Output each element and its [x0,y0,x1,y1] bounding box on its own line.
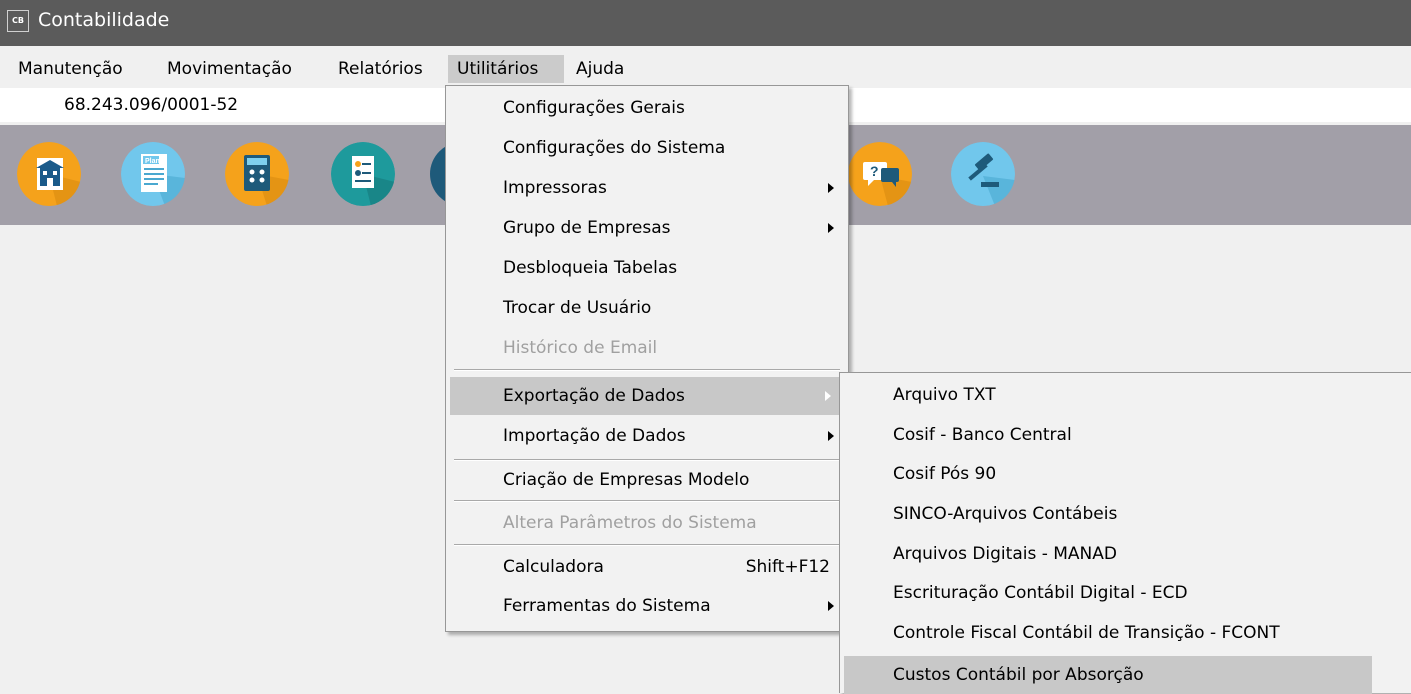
svg-text:?: ? [870,163,879,179]
menu-item-label: Configurações Gerais [503,98,685,118]
submenu-arrow-icon [828,183,834,193]
submenu-item-custos-absorcao[interactable]: Custos Contábil por Absorção [844,656,1372,694]
submenu-item-cosif-banco-central[interactable]: Cosif - Banco Central [840,416,1410,454]
menu-item-label: Arquivos Digitais - MANAD [893,544,1117,564]
plan-of-accounts-icon[interactable]: Plano [121,142,185,206]
menu-item-grupo-empresas[interactable]: Grupo de Empresas [446,209,848,247]
submenu-arrow-icon [828,223,834,233]
menu-relatorios[interactable]: Relatórios [329,55,432,83]
menu-item-calculadora[interactable]: Calculadora Shift+F12 [446,548,848,586]
shortcut-label: Shift+F12 [745,557,830,577]
submenu-item-manad[interactable]: Arquivos Digitais - MANAD [840,535,1410,573]
menu-item-label: Escrituração Contábil Digital - ECD [893,583,1188,603]
menu-item-label: Grupo de Empresas [503,218,671,238]
export-submenu: Arquivo TXT Cosif - Banco Central Cosif … [839,372,1411,694]
company-icon[interactable] [17,142,81,206]
menu-item-altera-parametros: Altera Parâmetros do Sistema [446,504,848,542]
menu-item-impressoras[interactable]: Impressoras [446,169,848,207]
menu-item-ferramentas-sistema[interactable]: Ferramentas do Sistema [446,587,848,625]
menu-manutencao[interactable]: Manutenção [9,55,132,83]
menu-item-label: Configurações do Sistema [503,138,726,158]
menu-item-label: Trocar de Usuário [503,298,652,318]
menu-item-label: Controle Fiscal Contábil de Transição - … [893,623,1280,643]
menu-item-label: Importação de Dados [503,426,686,446]
menu-utilitarios[interactable]: Utilitários [448,55,564,83]
menu-item-label: Histórico de Email [503,338,658,358]
submenu-item-cosif-pos-90[interactable]: Cosif Pós 90 [840,455,1410,493]
menu-item-label: Cosif Pós 90 [893,464,997,484]
menu-item-importacao-dados[interactable]: Importação de Dados [446,417,848,455]
submenu-item-ecd[interactable]: Escrituração Contábil Digital - ECD [840,574,1410,612]
submenu-item-arquivo-txt[interactable]: Arquivo TXT [840,376,1410,414]
menu-separator [454,500,840,502]
submenu-arrow-icon [825,391,831,401]
menu-item-configuracoes-sistema[interactable]: Configurações do Sistema [446,129,848,167]
menu-item-label: Custos Contábil por Absorção [893,665,1144,685]
menu-item-label: Exportação de Dados [503,386,685,406]
submenu-arrow-icon [828,431,834,441]
menu-separator [454,369,840,371]
menu-item-configuracoes-gerais[interactable]: Configurações Gerais [446,89,848,127]
menu-item-label: Calculadora [503,557,604,577]
company-cnpj: 68.243.096/0001-52 [64,95,239,115]
submenu-item-sinco[interactable]: SINCO-Arquivos Contábeis [840,495,1410,533]
menu-item-exportacao-dados[interactable]: Exportação de Dados [450,377,845,415]
menu-item-trocar-usuario[interactable]: Trocar de Usuário [446,289,848,327]
menu-item-label: Cosif - Banco Central [893,425,1072,445]
menu-item-criacao-empresas-modelo[interactable]: Criação de Empresas Modelo [446,461,848,499]
help-chat-icon[interactable]: ? [848,142,912,206]
menu-item-desbloqueia-tabelas[interactable]: Desbloqueia Tabelas [446,249,848,287]
menu-item-label: Criação de Empresas Modelo [503,470,750,490]
submenu-arrow-icon [828,601,834,611]
menu-ajuda[interactable]: Ajuda [567,55,633,83]
app-icon: CB [7,10,29,32]
menu-movimentacao[interactable]: Movimentação [158,55,301,83]
menu-item-label: Desbloqueia Tabelas [503,258,678,278]
menu-bar: Manutenção Movimentação Relatórios Utili… [0,53,1411,85]
title-bar: CB Contabilidade [0,0,1411,46]
menu-item-label: Altera Parâmetros do Sistema [503,513,757,533]
menu-item-label: SINCO-Arquivos Contábeis [893,504,1118,524]
calculator-icon[interactable] [225,142,289,206]
menu-item-historico-email: Histórico de Email [446,329,848,367]
submenu-item-fcont[interactable]: Controle Fiscal Contábil de Transição - … [840,614,1410,652]
menu-separator [454,544,840,546]
hidden-toolbar-icon[interactable] [430,142,446,206]
gavel-icon[interactable] [951,142,1015,206]
svg-text:Plano: Plano [145,158,164,165]
window-title: Contabilidade [38,9,170,31]
menu-item-label: Ferramentas do Sistema [503,596,711,616]
menu-item-label: Arquivo TXT [893,385,996,405]
report-icon[interactable] [331,142,395,206]
menu-item-label: Impressoras [503,178,607,198]
utilities-menu: Configurações Gerais Configurações do Si… [445,85,849,632]
